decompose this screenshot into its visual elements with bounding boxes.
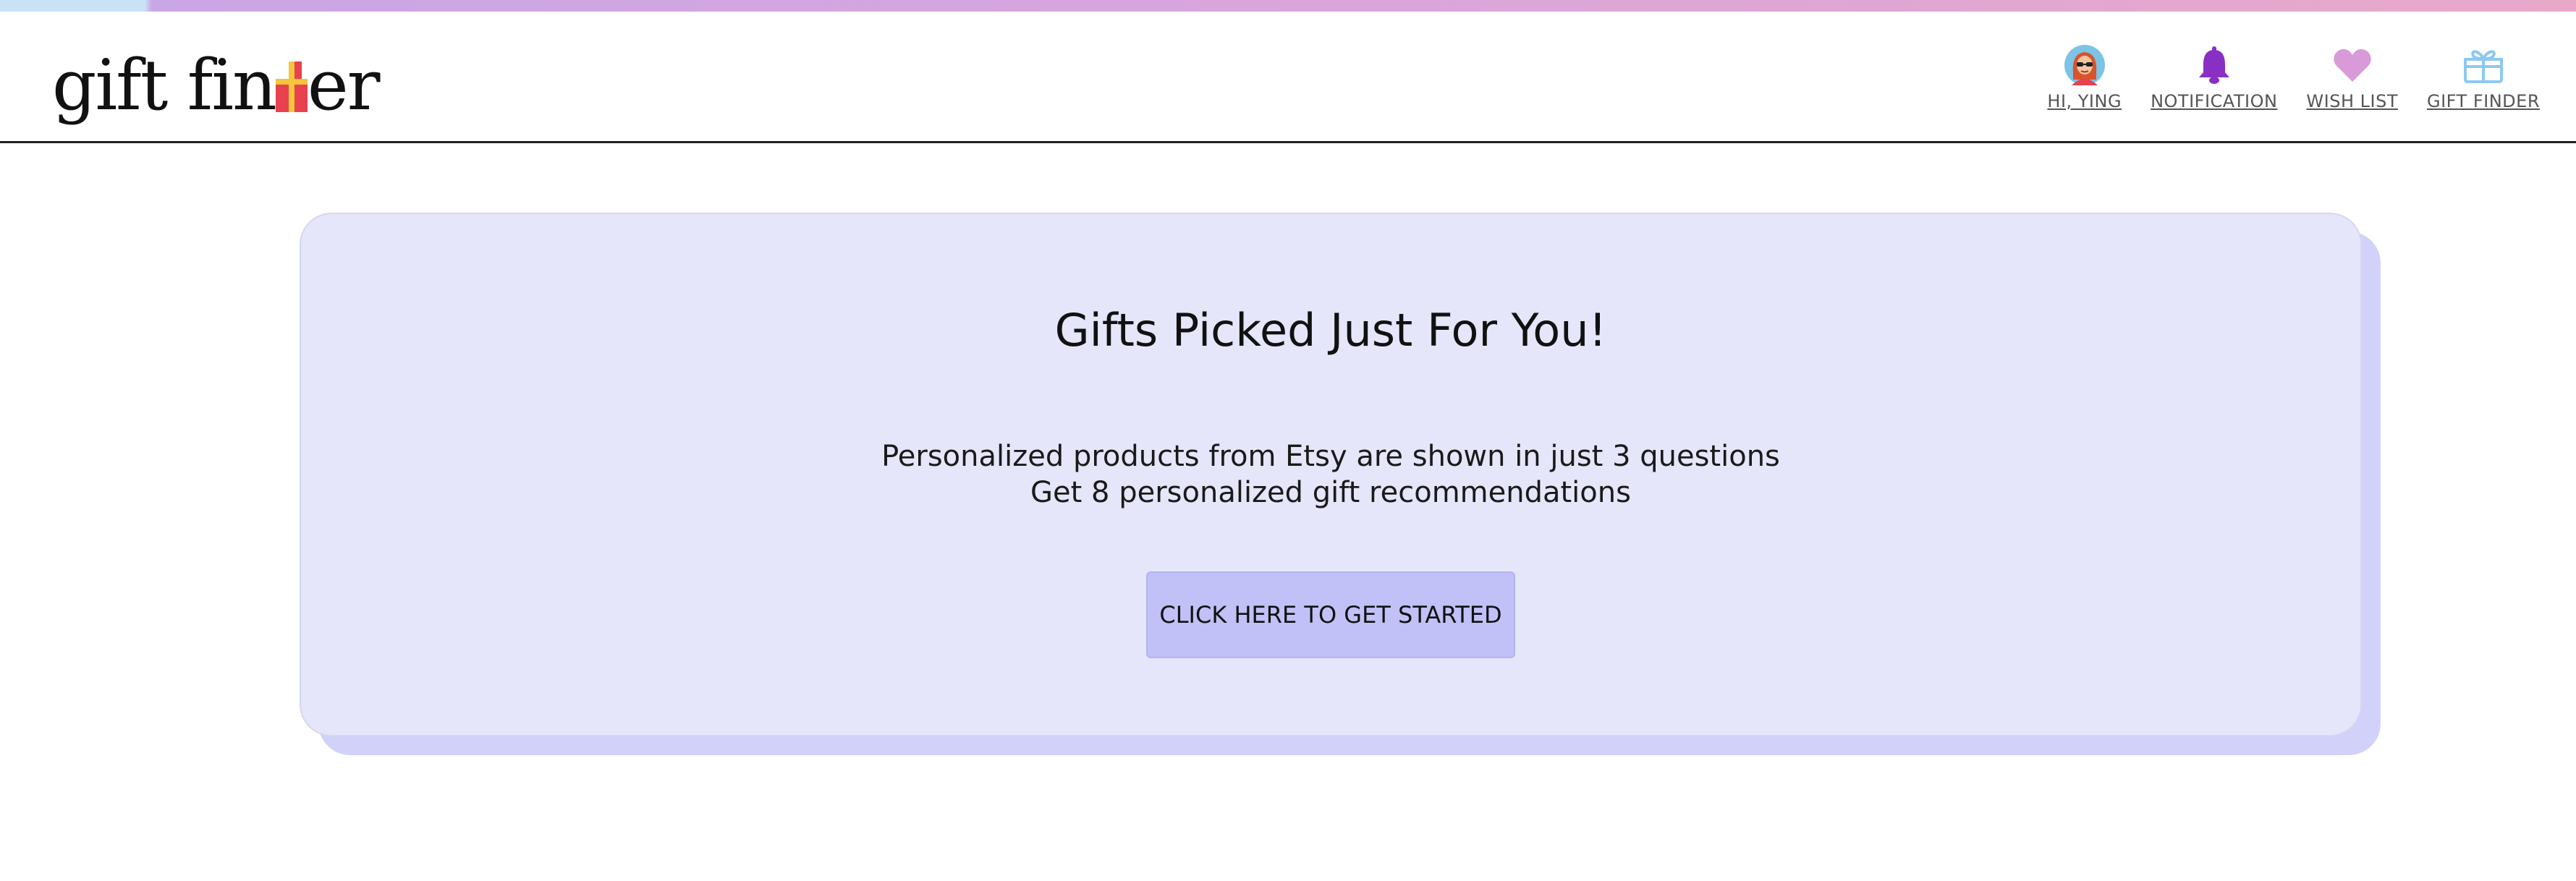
get-started-button[interactable]: CLICK HERE TO GET STARTED bbox=[1146, 571, 1515, 658]
gift-finder-logo[interactable]: gift fin er bbox=[52, 42, 381, 129]
bell-icon bbox=[2192, 43, 2236, 87]
nav-gift-finder[interactable]: GIFT FINDER bbox=[2427, 43, 2540, 111]
logo-text-left: gift fin bbox=[52, 45, 277, 126]
top-nav: HI, YING NOTIFICATION WISH LIST GIFT FIN… bbox=[2047, 43, 2540, 111]
top-accent-bar bbox=[0, 0, 2576, 12]
nav-gift-finder-label: GIFT FINDER bbox=[2426, 91, 2540, 111]
nav-wishlist-label: WISH LIST bbox=[2306, 91, 2398, 111]
nav-wishlist[interactable]: WISH LIST bbox=[2306, 43, 2398, 111]
site-header: gift fin er HI, YING NOTIFICATION WISH L… bbox=[0, 12, 2576, 143]
hero-description-line-1: Personalized products from Etsy are show… bbox=[881, 440, 1780, 473]
logo-gift-box-icon bbox=[275, 61, 308, 112]
hero-description-line-2: Get 8 personalized gift recommendations bbox=[1030, 476, 1631, 509]
hero-card: Gifts Picked Just For You! Personalized … bbox=[300, 213, 2362, 736]
gift-icon bbox=[2462, 43, 2505, 87]
nav-profile[interactable]: HI, YING bbox=[2047, 43, 2122, 111]
nav-notification[interactable]: NOTIFICATION bbox=[2151, 43, 2277, 111]
heart-icon bbox=[2331, 43, 2374, 87]
avatar-icon bbox=[2063, 43, 2106, 87]
hero-title: Gifts Picked Just For You! bbox=[1054, 304, 1607, 357]
nav-notification-label: NOTIFICATION bbox=[2151, 91, 2278, 111]
logo-text-right: er bbox=[307, 45, 381, 126]
nav-profile-label: HI, YING bbox=[2047, 91, 2122, 111]
